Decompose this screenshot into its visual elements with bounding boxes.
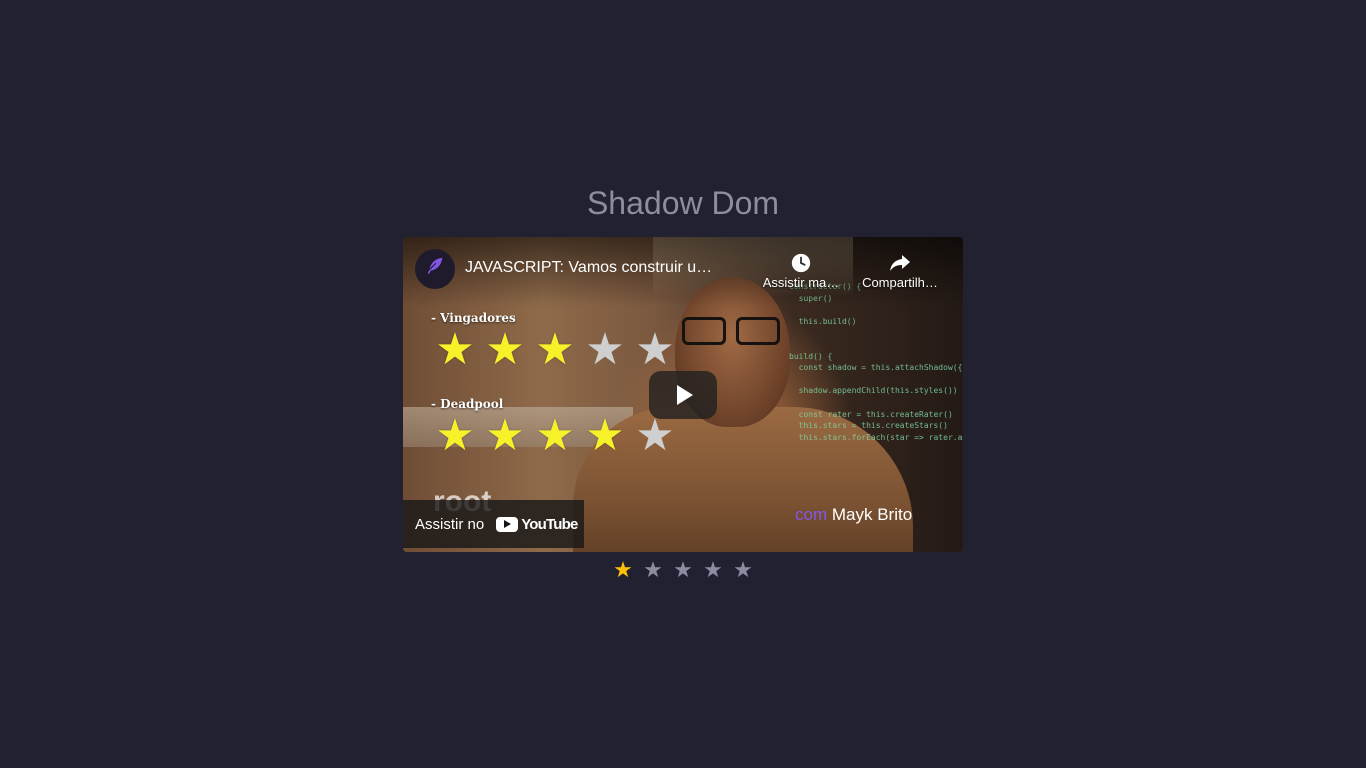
thumbnail-rating-label: - Vingadores	[431, 311, 516, 325]
code-line: build() {	[789, 351, 833, 361]
page: Shadow Dom constructor() { super() this.…	[0, 0, 1366, 768]
rating-star-2[interactable]: ★	[642, 557, 665, 585]
code-line: shadow.appendChild(this.styles())	[789, 386, 958, 396]
thumbnail-rating-group: - Vingadores ★ ★ ★ ★ ★	[431, 311, 679, 373]
thumbnail-star-icon: ★	[585, 410, 625, 461]
youtube-logo: YouTube	[496, 515, 578, 533]
watch-later-button[interactable]: Assistir ma…	[758, 249, 844, 290]
play-icon	[677, 385, 693, 405]
thumbnail-star-icon: ★	[435, 324, 475, 375]
thumbnail-star-icon: ★	[435, 410, 475, 461]
thumbnail-stars: ★ ★ ★ ★ ★	[431, 413, 679, 459]
thumbnail-star-icon: ★	[535, 324, 575, 375]
rating-star-4[interactable]: ★	[702, 557, 725, 585]
credit-name: Mayk Brito	[831, 505, 913, 524]
thumbnail-star-icon: ★	[535, 410, 575, 461]
thumbnail-star-icon: ★	[585, 324, 625, 375]
share-button[interactable]: Compartilh…	[857, 249, 943, 290]
rating-star-1[interactable]: ★	[612, 557, 635, 585]
thumbnail-stars: ★ ★ ★ ★ ★	[431, 327, 679, 373]
youtube-play-icon	[496, 516, 519, 532]
code-line: const shadow = this.attachShadow({ m	[789, 363, 963, 373]
rating-star-5[interactable]: ★	[732, 557, 755, 585]
thumbnail-credit: com Mayk Brito	[795, 505, 912, 525]
rating-star-3[interactable]: ★	[672, 557, 695, 585]
share-icon	[857, 249, 943, 275]
channel-avatar[interactable]	[415, 249, 455, 289]
feather-icon	[424, 255, 446, 283]
youtube-embed[interactable]: constructor() { super() this.build() bui…	[403, 237, 963, 552]
watch-on-youtube-button[interactable]: Assistir no YouTube	[403, 500, 584, 548]
code-line: this.stars = this.createStars()	[789, 421, 948, 431]
video-title[interactable]: JAVASCRIPT: Vamos construir u…	[465, 259, 745, 277]
credit-prefix: com	[795, 505, 828, 524]
clock-icon	[758, 249, 844, 275]
thumbnail-star-icon: ★	[485, 410, 525, 461]
code-line: const rater = this.createRater()	[789, 409, 953, 419]
presenter-glasses	[678, 317, 786, 345]
play-button[interactable]	[649, 371, 717, 419]
code-line: this.stars.forEach(star => rater.ap	[789, 432, 963, 442]
thumbnail-star-icon: ★	[485, 324, 525, 375]
thumbnail-rating-label: - Deadpool	[431, 397, 504, 411]
share-label: Compartilh…	[862, 275, 938, 290]
star-rater: ★ ★ ★ ★ ★	[0, 557, 1366, 585]
youtube-wordmark: YouTube	[521, 515, 578, 533]
watch-on-label: Assistir no	[415, 515, 485, 533]
watch-later-label: Assistir ma…	[762, 275, 840, 290]
code-line: this.build()	[789, 316, 857, 326]
thumbnail-rating-group: - Deadpool ★ ★ ★ ★ ★	[431, 397, 679, 459]
thumbnail-star-icon: ★	[635, 410, 675, 461]
page-title: Shadow Dom	[586, 185, 780, 221]
thumbnail-star-icon: ★	[635, 324, 675, 375]
